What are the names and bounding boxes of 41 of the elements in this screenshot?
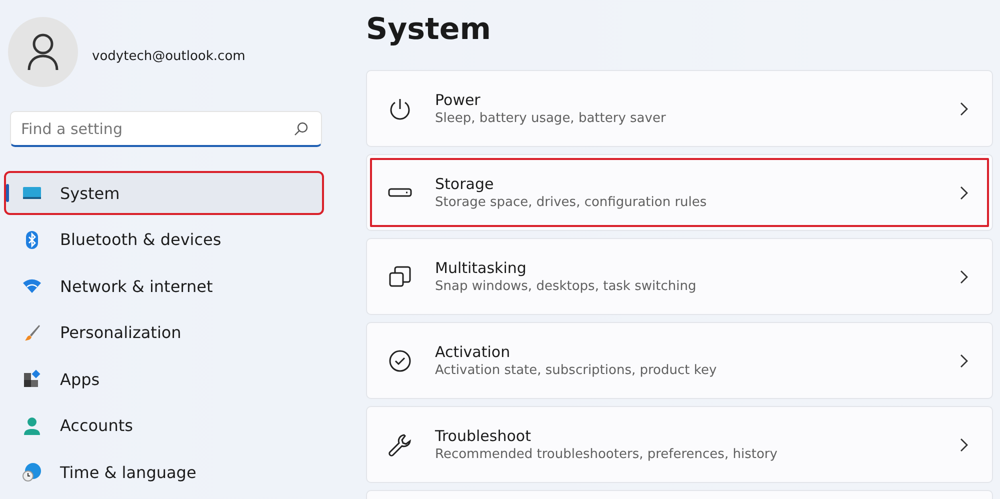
settings-card[interactable]: Power Sleep, battery usage, battery saver: [366, 70, 993, 147]
card-title: Troubleshoot: [435, 427, 532, 445]
person-icon: [22, 416, 42, 436]
settings-card[interactable]: Multitasking Snap windows, desktops, task switching: [366, 238, 993, 315]
card-description: Recommended troubleshooters, preferences, history: [435, 447, 778, 462]
page-title: System: [366, 11, 492, 49]
card-title: Activation: [435, 343, 512, 361]
sidebar-item[interactable]: Network & internet: [6, 266, 322, 306]
chevron-right-icon: [960, 186, 968, 200]
card-title: Storage: [435, 175, 495, 193]
person-icon: [26, 33, 60, 71]
checkmark-circle-icon: [387, 348, 413, 374]
sidebar-item[interactable]: Accounts: [6, 406, 322, 446]
apps-icon: [22, 369, 42, 389]
chevron-right-icon: [960, 270, 968, 284]
card-description: Storage space, drives, configuration rules: [435, 195, 708, 210]
sidebar-item[interactable]: System: [6, 173, 322, 213]
chevron-right-icon: [960, 354, 968, 368]
card-description: Snap windows, desktops, task switching: [435, 279, 698, 294]
sidebar-item[interactable]: Apps: [6, 359, 322, 399]
sidebar-item[interactable]: Time & language: [6, 452, 322, 492]
selection-indicator: [6, 184, 9, 202]
globe-clock-icon: [22, 462, 42, 482]
windows-icon: [387, 264, 413, 290]
settings-card[interactable]: Activation Activation state, subscriptions, product key: [366, 322, 993, 399]
settings-card[interactable]: Storage Storage space, drives, configuration rules: [366, 154, 993, 231]
drive-icon: [387, 188, 413, 197]
sidebar-item[interactable]: Bluetooth & devices: [6, 220, 322, 260]
wrench-icon: [387, 432, 413, 458]
chevron-right-icon: [960, 102, 968, 116]
settings-card[interactable]: Troubleshoot Recommended troubleshooters, preferences, history: [366, 406, 993, 483]
search-icon: [294, 122, 308, 136]
card-title: Multitasking: [435, 259, 528, 277]
account-email: vodytech@outlook.com: [92, 48, 246, 64]
card-title: Power: [435, 91, 482, 109]
search-field[interactable]: Find a setting: [10, 111, 322, 147]
chevron-right-icon: [960, 438, 968, 452]
card-description: Sleep, battery usage, battery saver: [435, 111, 667, 126]
paintbrush-icon: [22, 322, 42, 342]
card-description: Activation state, subscriptions, product key: [435, 363, 718, 378]
sidebar-item[interactable]: Personalization: [6, 312, 322, 352]
